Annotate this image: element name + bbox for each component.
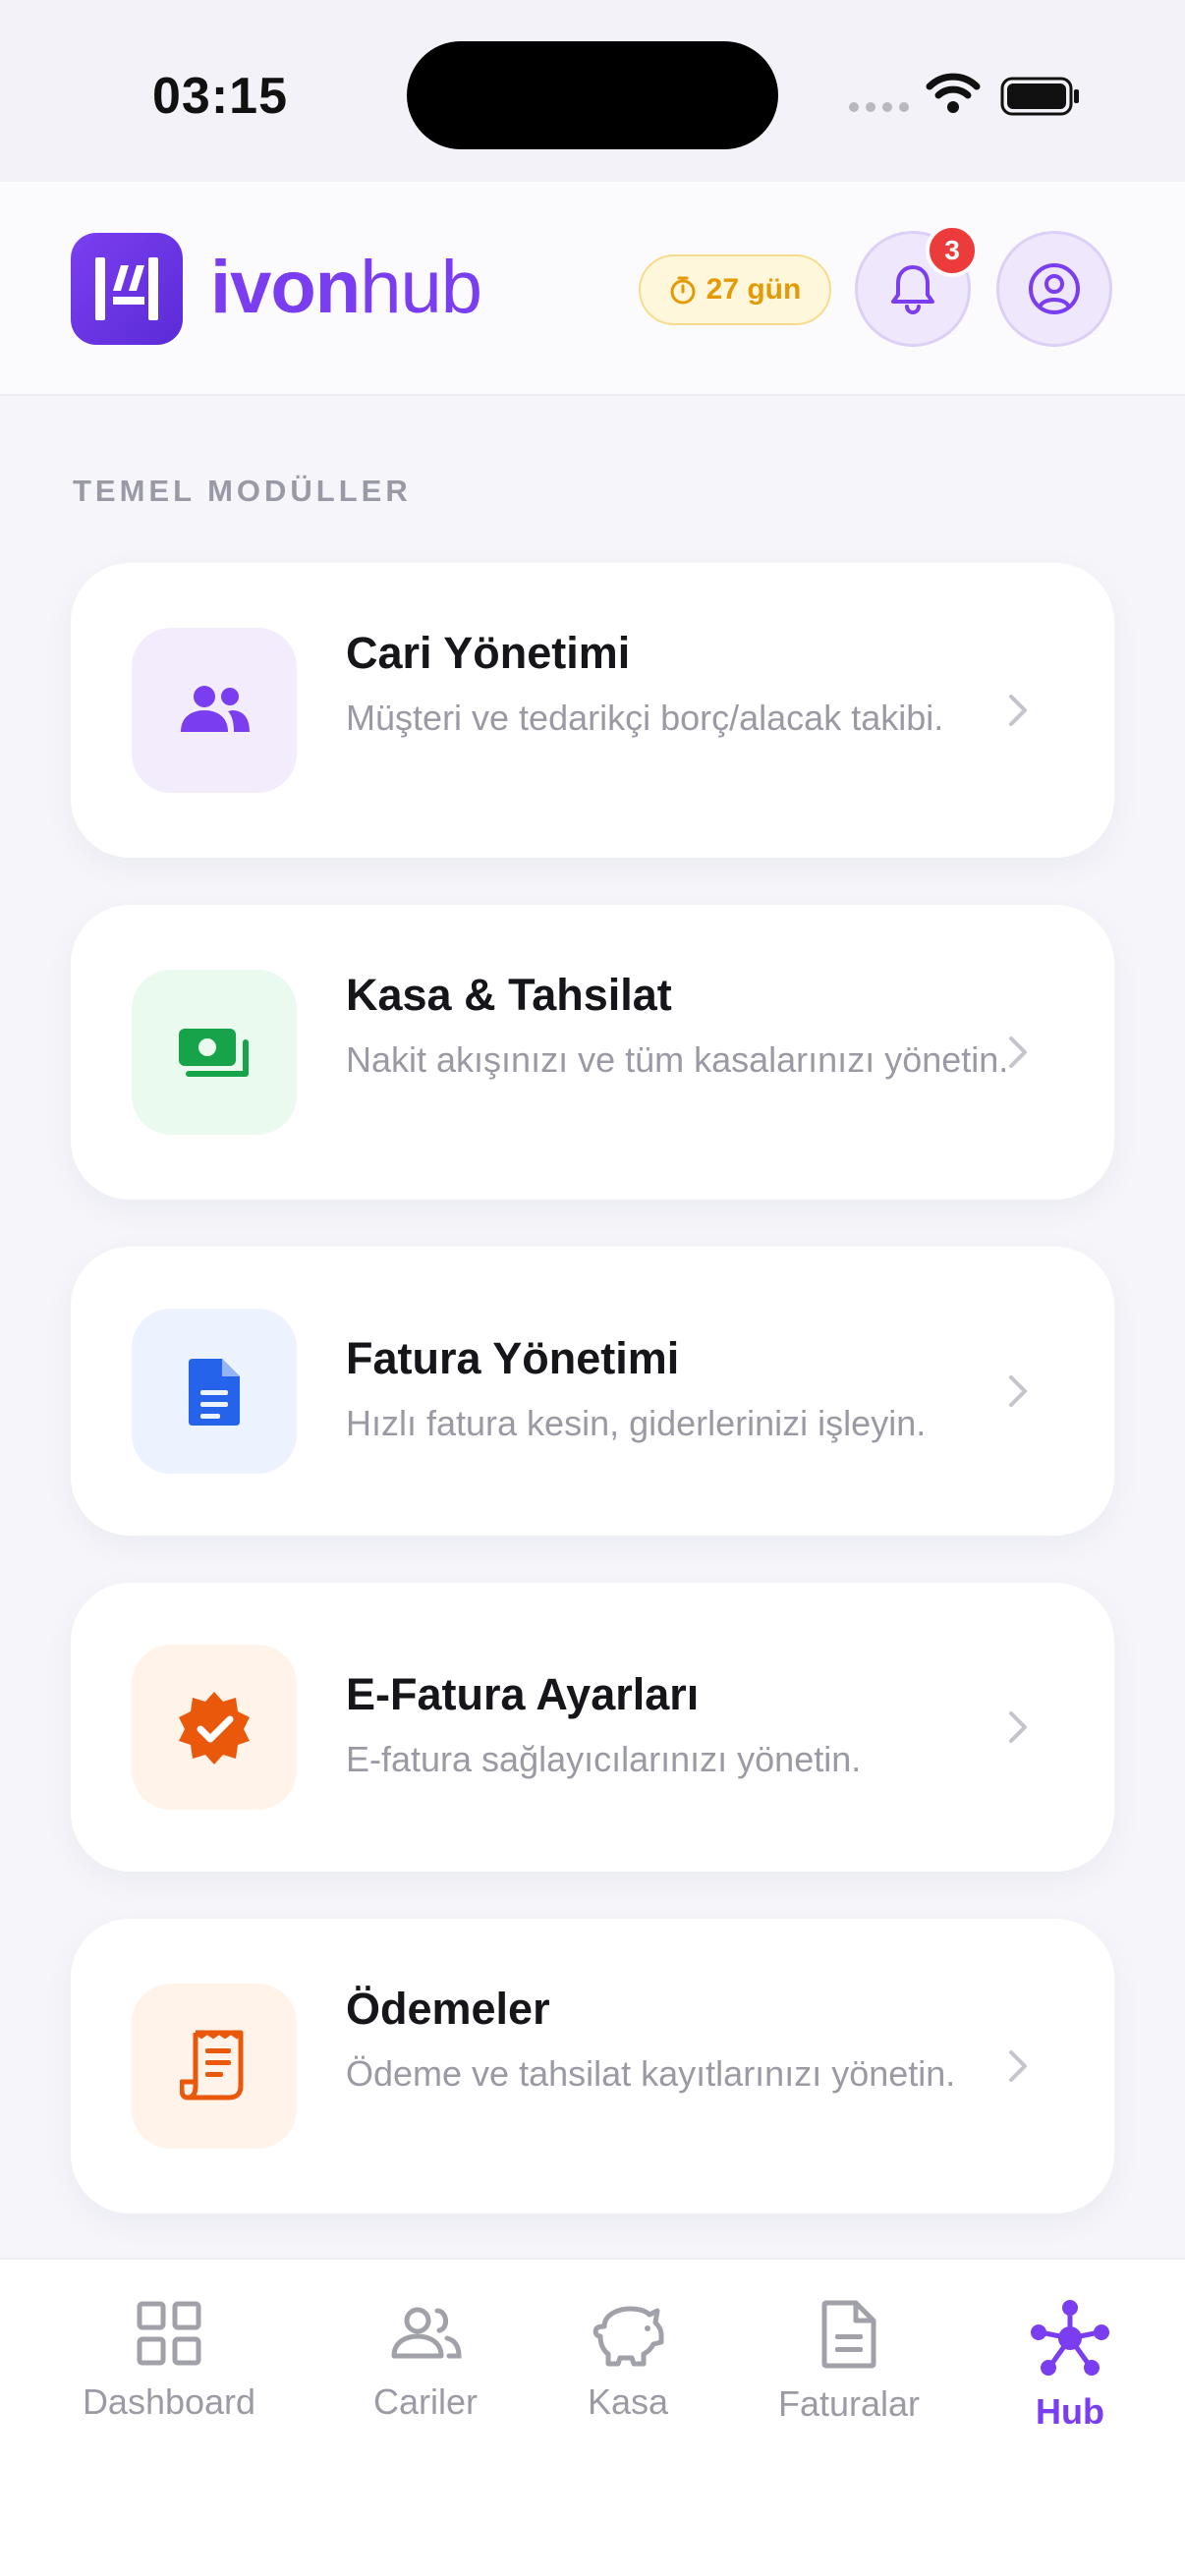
section-title: TEMEL MODÜLLER	[73, 474, 412, 508]
chevron-right-icon	[1009, 2050, 1027, 2082]
piggy-bank-icon	[592, 2306, 664, 2367]
document-icon	[821, 2300, 876, 2369]
nav-label: Kasa	[587, 2381, 669, 2422]
app-logo-text: ivonhub	[210, 251, 482, 325]
module-card-fatura[interactable]: Fatura Yönetimi Hızlı fatura kesin, gide…	[71, 1247, 1114, 1536]
logo-text-bold: ivon	[210, 246, 361, 329]
nav-hub[interactable]: Hub	[962, 2299, 1178, 2433]
hub-icon	[1031, 2300, 1109, 2376]
cellular-signal-icon	[849, 102, 909, 112]
module-title: Fatura Yönetimi	[346, 1333, 680, 1383]
chevron-right-icon	[1009, 1036, 1027, 1068]
grid-icon	[137, 2301, 201, 2366]
nav-dashboard[interactable]: Dashboard	[61, 2299, 277, 2423]
nav-cariler[interactable]: Cariler	[317, 2299, 534, 2423]
dynamic-island	[407, 41, 778, 149]
nav-label: Hub	[1036, 2391, 1104, 2432]
logo-text-light: hub	[360, 246, 482, 329]
module-card-kasa[interactable]: Kasa & Tahsilat Nakit akışınızı ve tüm k…	[71, 905, 1114, 1200]
status-time: 03:15	[152, 68, 288, 125]
bottom-navigation: Dashboard Cariler Kasa Faturalar Hub	[0, 2258, 1185, 2576]
timer-icon	[670, 276, 696, 305]
module-card-cari[interactable]: Cari Yönetimi Müşteri ve tedarikçi borç/…	[71, 563, 1114, 858]
module-description: Nakit akışınızı ve tüm kasalarınızı yöne…	[346, 1039, 1009, 1080]
module-description: Ödeme ve tahsilat kayıtlarınızı yönetin.	[346, 2053, 956, 2094]
wifi-icon	[926, 73, 981, 113]
module-title: E-Fatura Ayarları	[346, 1669, 700, 1719]
module-description: Hızlı fatura kesin, giderlerinizi işleyi…	[346, 1403, 927, 1443]
chevron-right-icon	[1009, 1711, 1027, 1743]
nav-kasa[interactable]: Kasa	[520, 2299, 736, 2423]
cash-icon	[132, 970, 297, 1135]
status-bar: 03:15	[0, 0, 1185, 182]
bell-icon	[891, 265, 934, 314]
module-description: Müşteri ve tedarikçi borç/alacak takibi.	[346, 698, 944, 738]
profile-button[interactable]	[996, 231, 1112, 347]
module-title: Cari Yönetimi	[346, 628, 631, 678]
receipt-icon	[132, 1984, 297, 2149]
user-circle-icon	[1029, 263, 1080, 314]
module-card-odemeler[interactable]: Ödemeler Ödeme ve tahsilat kayıtlarınızı…	[71, 1919, 1114, 2213]
nav-label: Dashboard	[82, 2381, 256, 2422]
module-title: Ödemeler	[346, 1984, 550, 2034]
app-header: ivonhub 27 gün	[0, 182, 1185, 396]
nav-label: Cariler	[372, 2381, 478, 2422]
trial-days-badge[interactable]: 27 gün	[639, 254, 831, 325]
users-icon	[391, 2307, 462, 2359]
trial-days-label: 27 gün	[705, 273, 802, 306]
module-description: E-fatura sağlayıcılarınızı yönetin.	[346, 1739, 862, 1779]
users-icon	[132, 628, 297, 793]
verified-badge-icon	[132, 1645, 297, 1810]
battery-icon	[1000, 77, 1079, 116]
nav-label: Faturalar	[777, 2383, 921, 2424]
logo-icon	[71, 233, 183, 345]
chevron-right-icon	[1009, 1375, 1027, 1407]
module-title: Kasa & Tahsilat	[346, 970, 672, 1020]
document-icon	[132, 1309, 297, 1474]
nav-faturalar[interactable]: Faturalar	[741, 2299, 957, 2425]
module-card-efatura[interactable]: E-Fatura Ayarları E-fatura sağlayıcıları…	[71, 1583, 1114, 1872]
chevron-right-icon	[1009, 695, 1027, 726]
notification-count-badge: 3	[926, 224, 979, 277]
